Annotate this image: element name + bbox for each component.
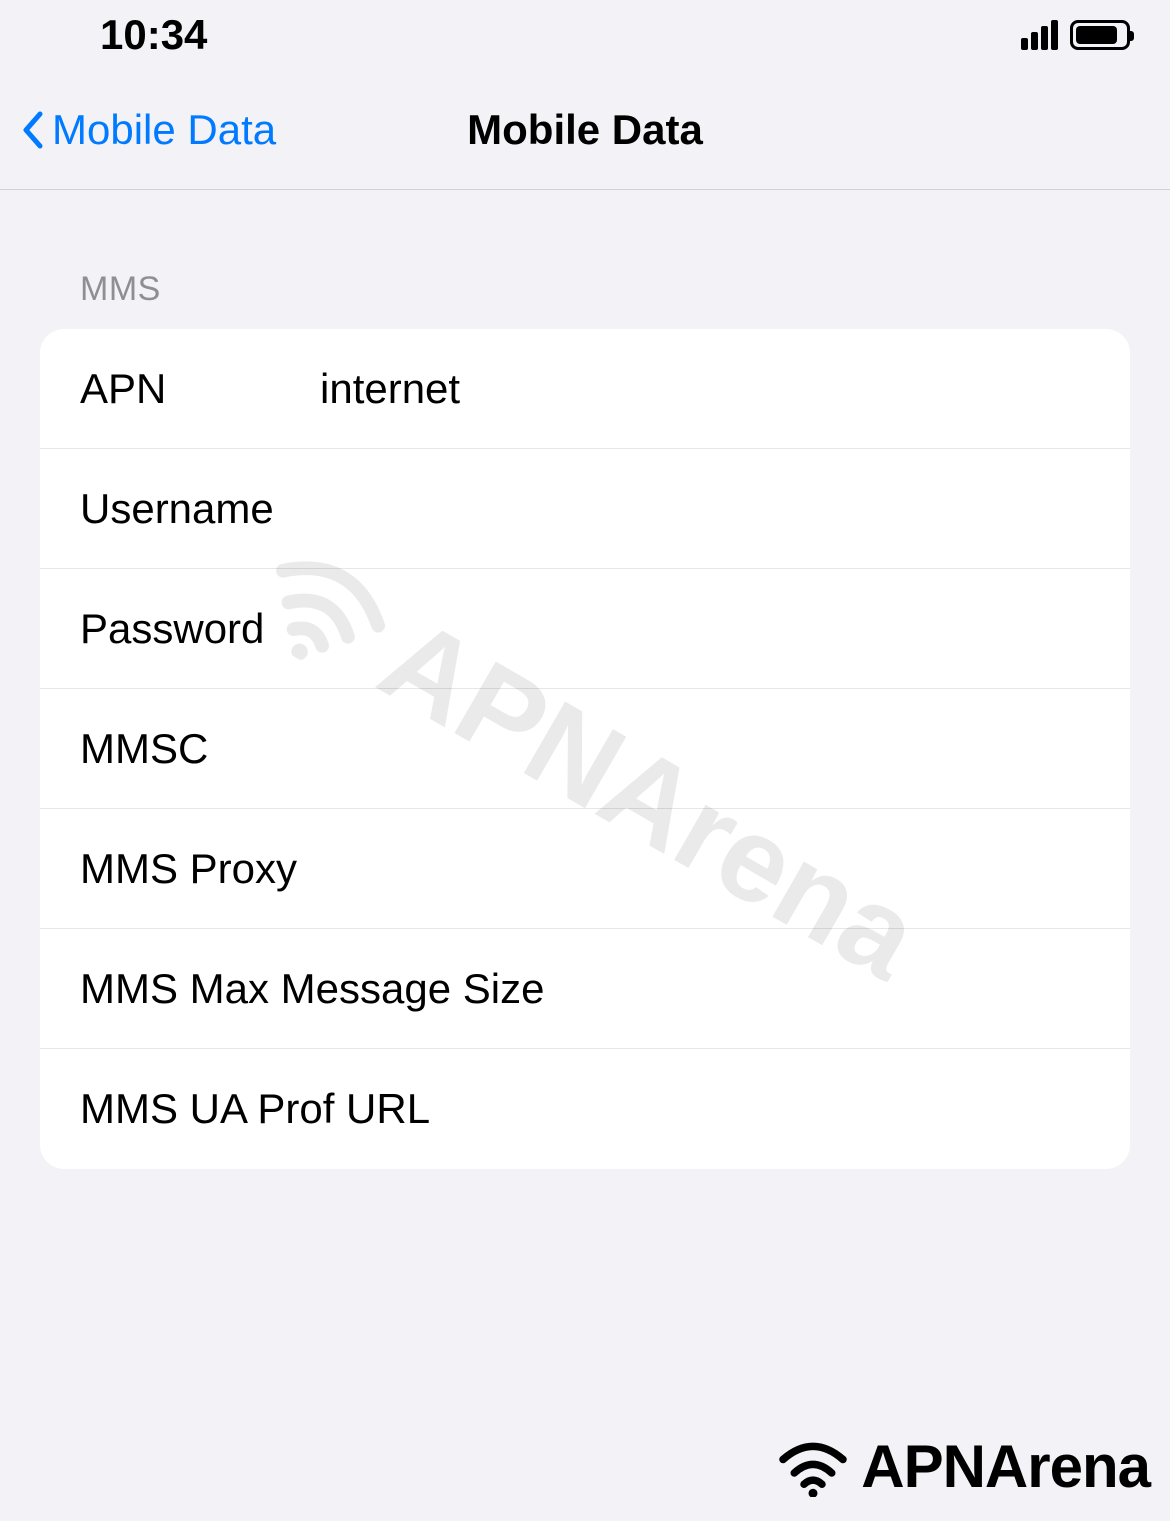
back-label: Mobile Data — [52, 106, 276, 154]
row-label-username: Username — [80, 485, 320, 533]
row-label-apn: APN — [80, 365, 320, 413]
password-input[interactable] — [320, 605, 1130, 653]
back-button[interactable]: Mobile Data — [20, 106, 276, 154]
battery-icon — [1070, 20, 1130, 50]
row-label-mms-ua-prof: MMS UA Prof URL — [80, 1085, 1130, 1133]
wifi-icon — [773, 1437, 853, 1497]
status-time: 10:34 — [100, 11, 207, 59]
status-bar: 10:34 — [0, 0, 1170, 70]
apn-input[interactable] — [320, 365, 1130, 413]
settings-row-mms-max-size[interactable]: MMS Max Message Size — [40, 929, 1130, 1049]
mmsc-input[interactable] — [320, 725, 1130, 773]
settings-row-password[interactable]: Password — [40, 569, 1130, 689]
row-label-password: Password — [80, 605, 320, 653]
row-label-mms-proxy: MMS Proxy — [80, 845, 297, 893]
settings-row-mms-ua-prof[interactable]: MMS UA Prof URL — [40, 1049, 1130, 1169]
footer-logo: APNArena — [773, 1432, 1150, 1501]
chevron-left-icon — [20, 110, 44, 150]
section-header-mms: MMS — [80, 270, 1130, 309]
page-title: Mobile Data — [467, 106, 703, 154]
content-area: MMS APN Username Password MMSC MMS Proxy — [0, 190, 1170, 1169]
settings-row-apn[interactable]: APN — [40, 329, 1130, 449]
cellular-signal-icon — [1021, 20, 1058, 50]
settings-row-mms-proxy[interactable]: MMS Proxy — [40, 809, 1130, 929]
row-label-mmsc: MMSC — [80, 725, 320, 773]
row-label-mms-max-size: MMS Max Message Size — [80, 965, 1130, 1013]
navigation-bar: Mobile Data Mobile Data — [0, 70, 1170, 190]
footer-logo-text: APNArena — [861, 1432, 1150, 1501]
settings-row-mmsc[interactable]: MMSC — [40, 689, 1130, 809]
mms-proxy-input[interactable] — [327, 845, 1130, 893]
settings-row-username[interactable]: Username — [40, 449, 1130, 569]
settings-group-mms: APN Username Password MMSC MMS Proxy MMS… — [40, 329, 1130, 1169]
status-indicators — [1021, 20, 1130, 50]
username-input[interactable] — [320, 485, 1130, 533]
